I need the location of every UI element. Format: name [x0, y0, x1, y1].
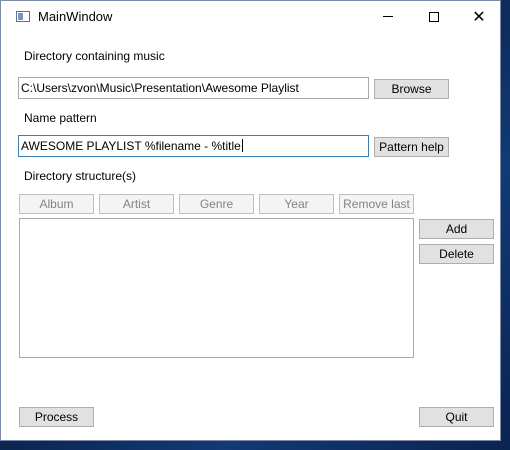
name-pattern-input[interactable]: AWESOME PLAYLIST %filename - %title [18, 135, 369, 157]
close-icon: ✕ [472, 6, 486, 26]
title-bar[interactable]: MainWindow ✕ [1, 1, 500, 32]
remove-last-button[interactable]: Remove last [339, 194, 414, 214]
text-caret [241, 139, 243, 152]
minimize-icon [383, 16, 393, 17]
name-pattern-value: AWESOME PLAYLIST %filename - %title [21, 139, 241, 153]
delete-button[interactable]: Delete [419, 244, 494, 264]
maximize-icon [429, 11, 439, 22]
year-button[interactable]: Year [259, 194, 334, 214]
app-window-icon [16, 11, 30, 22]
genre-button[interactable]: Genre [179, 194, 254, 214]
main-window: MainWindow ✕ Directory containing music … [0, 0, 501, 441]
directory-structure-list[interactable] [19, 218, 414, 358]
directory-input[interactable]: C:\Users\zvon\Music\Presentation\Awesome… [18, 77, 369, 99]
close-button[interactable]: ✕ [456, 1, 502, 32]
pattern-help-button[interactable]: Pattern help [374, 137, 449, 157]
window-title: MainWindow [38, 9, 113, 24]
process-button[interactable]: Process [19, 407, 94, 427]
directory-label: Directory containing music [24, 49, 165, 63]
quit-button[interactable]: Quit [419, 407, 494, 427]
maximize-button[interactable] [411, 1, 457, 32]
artist-button[interactable]: Artist [99, 194, 174, 214]
minimize-button[interactable] [365, 1, 411, 32]
add-button[interactable]: Add [419, 219, 494, 239]
browse-button[interactable]: Browse [374, 79, 449, 99]
name-pattern-label: Name pattern [24, 111, 97, 125]
directory-structure-label: Directory structure(s) [24, 169, 137, 183]
album-button[interactable]: Album [19, 194, 94, 214]
